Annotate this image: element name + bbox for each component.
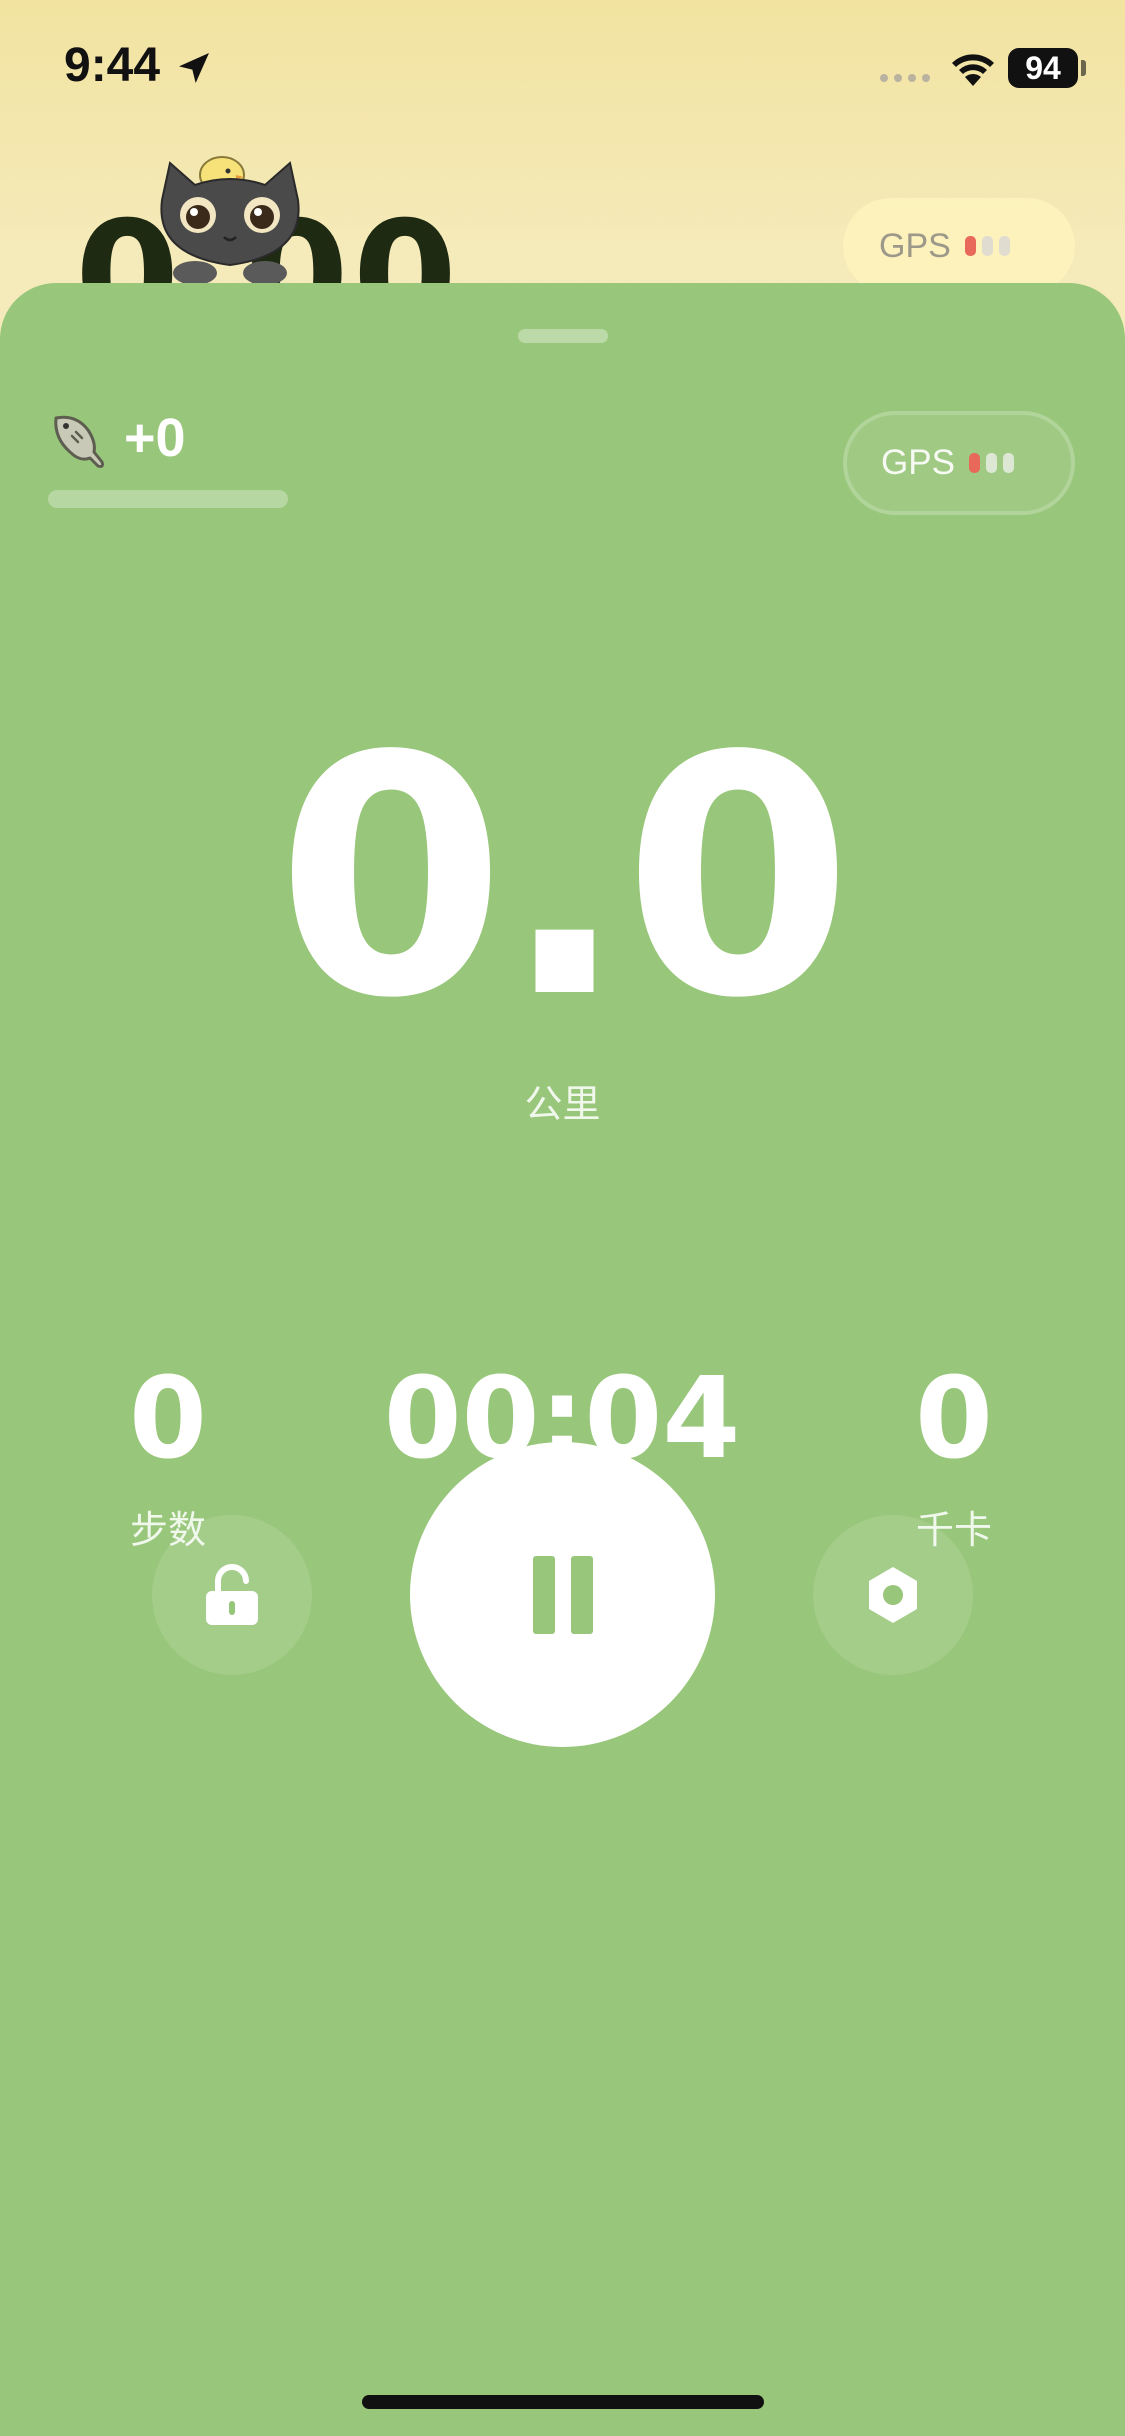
fish-reward-count: +0 [124, 408, 186, 468]
cellular-signal-icon [880, 74, 930, 82]
pause-icon [532, 1555, 593, 1634]
cat-mascot-icon [160, 156, 300, 285]
home-indicator[interactable] [362, 2395, 764, 2409]
background-gps-label: GPS [879, 226, 951, 265]
gps-signal-bar-2 [985, 453, 997, 473]
settings-button[interactable] [813, 1515, 973, 1675]
status-bar: 9:44 94 [0, 0, 1125, 130]
settings-icon [869, 1567, 917, 1623]
workout-sheet: +0 GPS 0.0 公里 0 步数 00:04 用时 0 千卡 [0, 283, 1125, 2436]
sheet-drag-handle[interactable] [518, 329, 608, 343]
fish-progress-bar [48, 490, 288, 508]
wifi-icon [952, 54, 994, 86]
gps-status-pill[interactable]: GPS [843, 411, 1075, 515]
battery-tip [1081, 60, 1086, 76]
battery-indicator: 94 [1008, 48, 1078, 88]
location-arrow-icon [179, 53, 209, 83]
pause-button[interactable] [410, 1442, 715, 1747]
steps-stat: 0 步数 [0, 1363, 368, 1554]
background-gps-indicator: GPS [843, 198, 1075, 294]
steps-value: 0 [129, 1354, 207, 1484]
gps-signal-bar-1 [968, 453, 980, 473]
calories-value: 0 [915, 1354, 993, 1484]
fish-icon [54, 415, 104, 468]
calories-stat: 0 千卡 [754, 1363, 1125, 1554]
unlock-icon [206, 1564, 258, 1625]
distance-unit: 公里 [524, 1082, 601, 1126]
gps-signal-icon [968, 453, 1014, 473]
distance-value: 0.0 [276, 686, 853, 1070]
unlock-button[interactable] [152, 1515, 312, 1675]
gps-signal-icon [964, 236, 1010, 256]
status-time: 9:44 [64, 39, 161, 92]
gps-signal-bar-3 [1002, 453, 1014, 473]
gps-label: GPS [881, 443, 955, 482]
